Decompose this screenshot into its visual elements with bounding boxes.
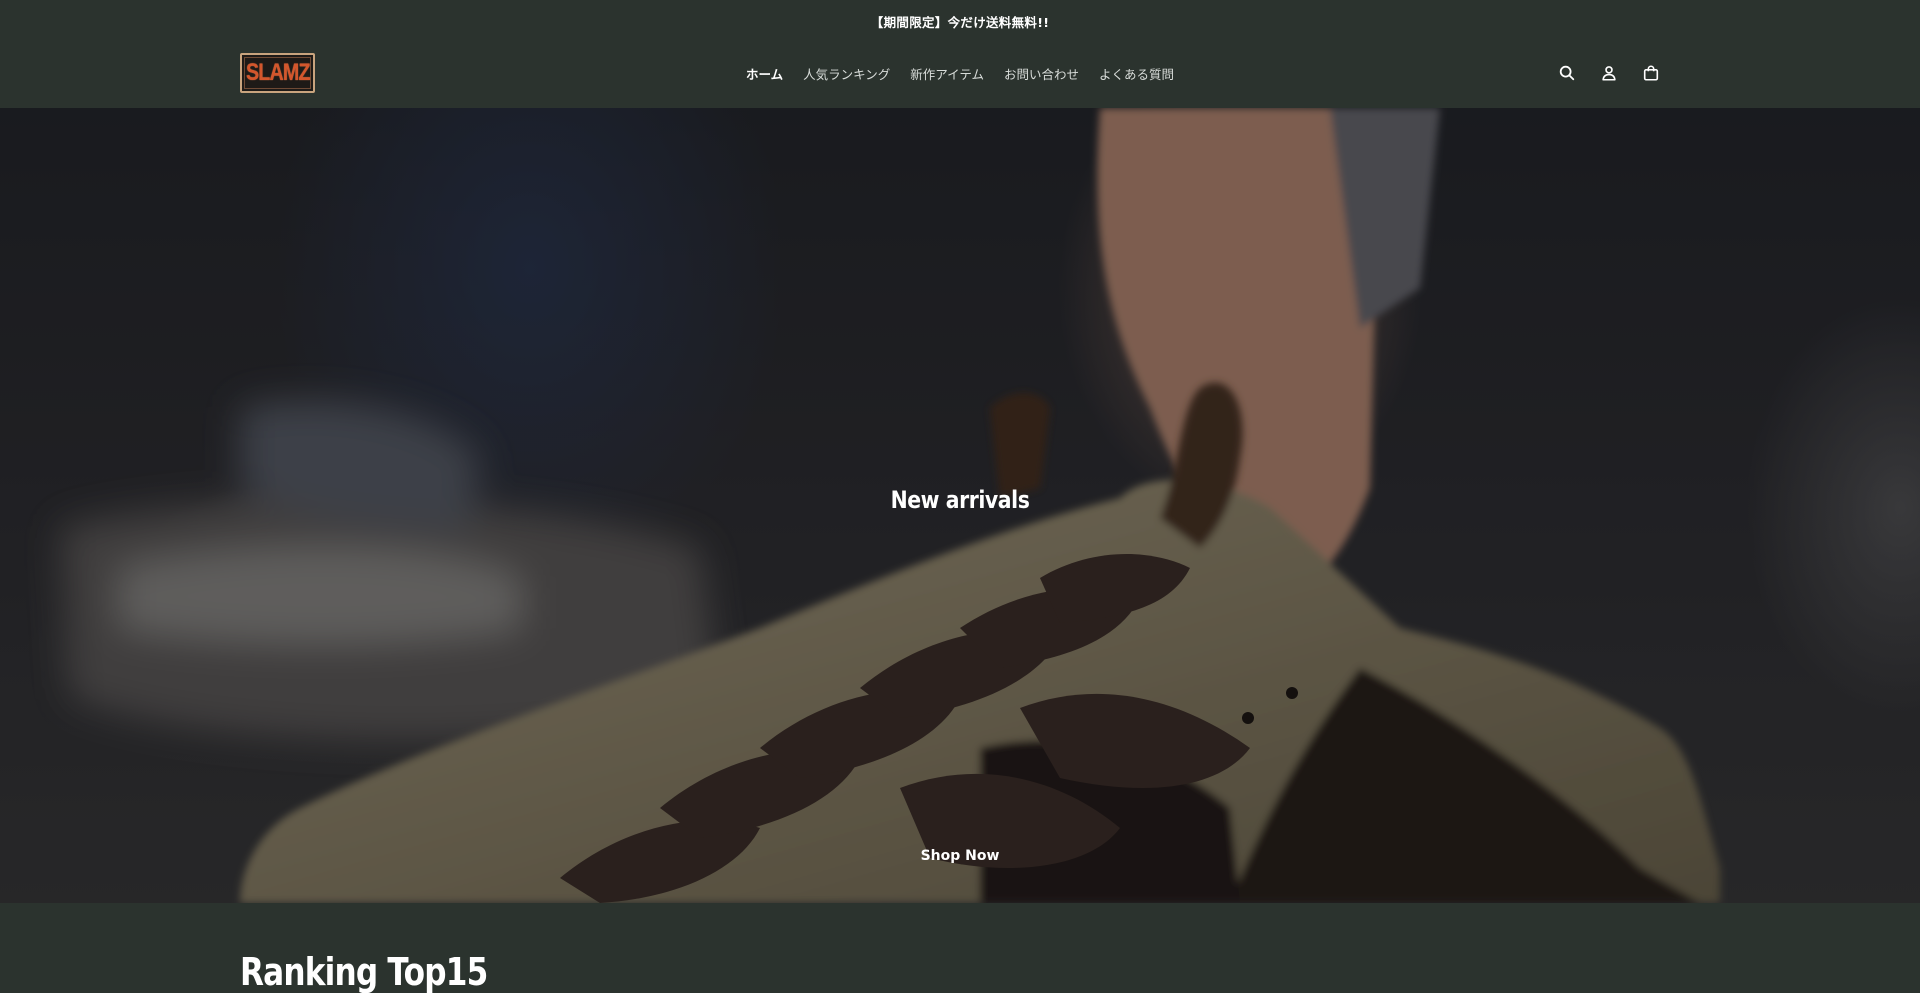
cart-button[interactable]: [1640, 62, 1662, 84]
shop-now-button[interactable]: Shop Now: [900, 842, 1020, 870]
cart-icon: [1643, 65, 1659, 81]
header-icons: [1556, 62, 1662, 84]
store-logo[interactable]: SLAMZ: [240, 53, 315, 93]
hero-banner: New arrivals Shop Now: [0, 108, 1920, 903]
account-icon: [1602, 66, 1616, 81]
announcement-text: 【期間限定】今だけ送料無料!!: [870, 14, 1050, 30]
logo-text: SLAMZ: [245, 59, 310, 86]
site-header: SLAMZ ホーム 人気ランキング 新作アイテム お問い合わせ よくある質問: [0, 42, 1920, 108]
nav-item-contact[interactable]: お問い合わせ: [1004, 60, 1079, 87]
account-button[interactable]: [1598, 62, 1620, 84]
ranking-section-title: Ranking Top15: [240, 950, 488, 993]
announcement-bar: 【期間限定】今だけ送料無料!!: [0, 0, 1920, 42]
nav-item-new-items[interactable]: 新作アイテム: [910, 60, 984, 87]
search-button[interactable]: [1556, 62, 1578, 84]
logo-frame: SLAMZ: [244, 57, 311, 89]
nav-item-faq[interactable]: よくある質問: [1099, 60, 1174, 87]
nav-item-ranking[interactable]: 人気ランキング: [803, 60, 890, 87]
hero-title: New arrivals: [890, 486, 1030, 514]
search-icon: [1559, 65, 1575, 81]
nav-item-home[interactable]: ホーム: [746, 60, 783, 87]
